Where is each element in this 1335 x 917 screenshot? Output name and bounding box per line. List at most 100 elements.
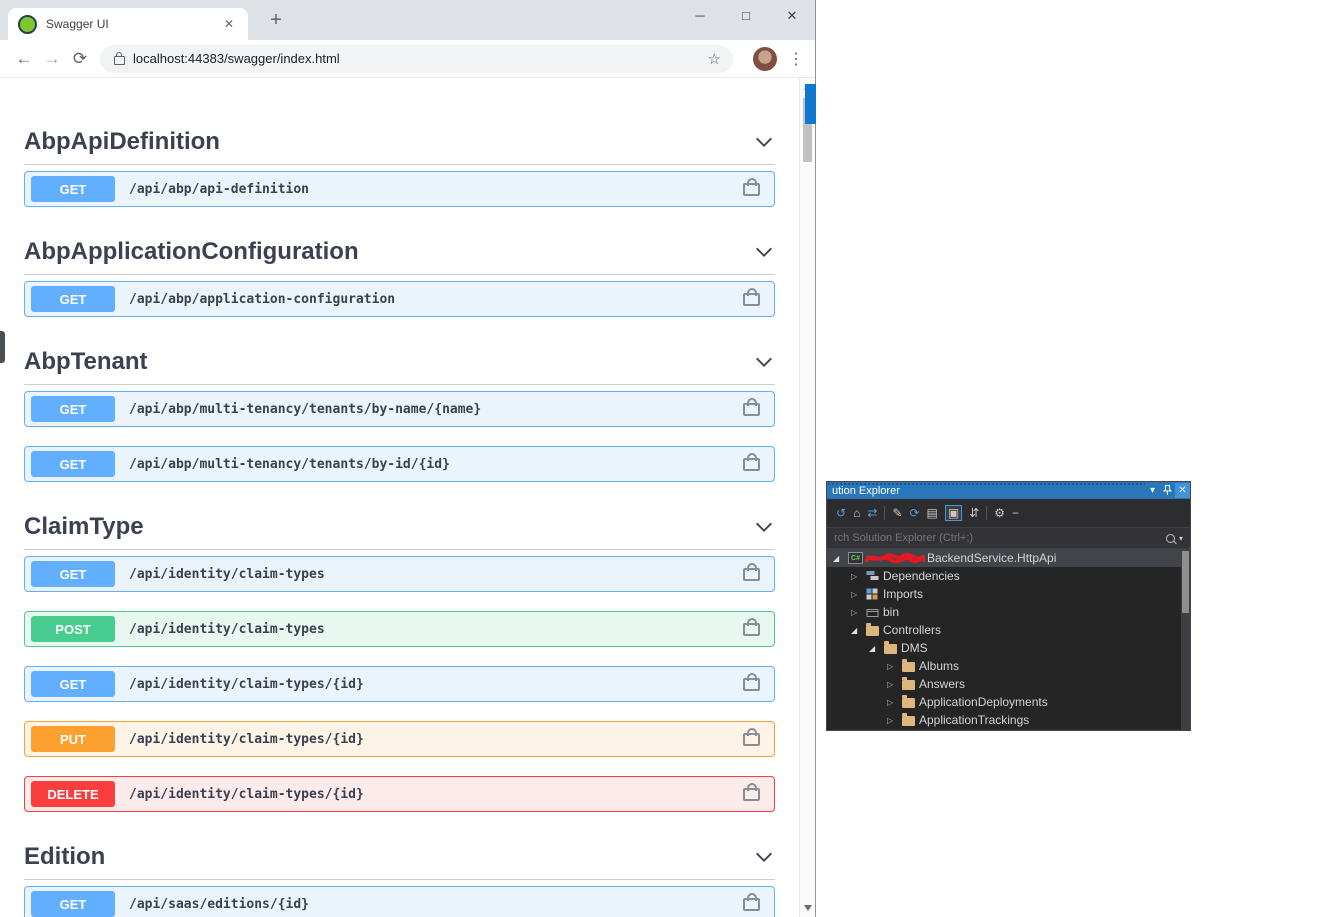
expander-collapsed-icon[interactable]: ▷ — [887, 662, 902, 671]
sync-with-active-document-icon[interactable]: ⇄ — [867, 507, 877, 519]
preview-icon[interactable]: − — [1012, 507, 1019, 519]
solution-search-input[interactable] — [834, 532, 1166, 544]
operation-row[interactable]: GET /api/identity/claim-types/{id} — [24, 666, 775, 702]
expander-collapsed-icon[interactable]: ▷ — [887, 698, 902, 707]
window-position-icon[interactable]: ▾ — [1145, 483, 1160, 498]
tree-item-label: BackendService.HttpApi — [927, 551, 1057, 565]
forward-icon[interactable]: → — [38, 49, 66, 69]
method-badge: POST — [31, 616, 115, 642]
lock-icon[interactable] — [743, 782, 760, 801]
tree-scrollbar[interactable] — [1181, 549, 1190, 730]
properties-icon[interactable]: ⚙ — [994, 507, 1005, 519]
show-all-files-icon[interactable]: ▣ — [944, 505, 963, 521]
back-icon[interactable]: ↺ — [836, 507, 846, 519]
tag-header[interactable]: ClaimType — [24, 501, 775, 550]
tag-header[interactable]: AbpApplicationConfiguration — [24, 226, 775, 275]
lock-icon[interactable] — [743, 397, 760, 416]
operation-row[interactable]: GET /api/saas/editions/{id} — [24, 886, 775, 917]
operation-row[interactable]: GET /api/abp/multi-tenancy/tenants/by-na… — [24, 391, 775, 427]
tree-item-answers[interactable]: ▷ Answers — [827, 675, 1190, 693]
method-badge: PUT — [31, 726, 115, 752]
bookmark-star-icon[interactable]: ☆ — [708, 50, 721, 68]
lock-icon[interactable] — [743, 672, 760, 691]
window-controls: ─ □ ✕ — [677, 0, 815, 32]
lock-icon[interactable] — [743, 892, 760, 911]
expander-expanded-icon[interactable]: ◢ — [869, 644, 884, 653]
search-dropdown-icon[interactable]: ▾ — [1179, 534, 1183, 543]
lock-icon[interactable] — [743, 452, 760, 471]
browser-tab[interactable]: Swagger UI ✕ — [8, 8, 248, 40]
search-icon[interactable] — [1165, 533, 1175, 543]
tree-item-dms[interactable]: ◢ DMS — [827, 639, 1190, 657]
browser-window: Swagger UI ✕ + ─ □ ✕ ← → ⟳ localhost:443… — [0, 0, 816, 917]
lock-icon[interactable] — [743, 617, 760, 636]
lock-icon[interactable] — [743, 562, 760, 581]
tag-header[interactable]: AbpTenant — [24, 336, 775, 385]
chevron-down-icon[interactable] — [753, 131, 775, 153]
pin-icon[interactable] — [1160, 483, 1175, 498]
scroll-down-arrow-icon[interactable] — [804, 905, 812, 911]
edit-filter-icon[interactable]: ✎ — [892, 507, 902, 519]
solution-explorer-title: ution Explorer — [827, 484, 1145, 497]
refresh-icon[interactable]: ⟳ — [909, 507, 919, 519]
operation-path: /api/abp/multi-tenancy/tenants/by-id/{id… — [129, 456, 450, 472]
operation-row[interactable]: GET /api/abp/application-configuration — [24, 281, 775, 317]
tree-item-imports[interactable]: ▷ Imports — [827, 585, 1190, 603]
url-omnibox[interactable]: localhost:44383/swagger/index.html ☆ — [100, 44, 733, 73]
operation-row[interactable]: GET /api/identity/claim-types — [24, 556, 775, 592]
solution-explorer-titlebar[interactable]: ution Explorer ▾ ✕ — [827, 482, 1190, 499]
toolbar-separator — [884, 506, 886, 520]
operation-row[interactable]: GET /api/abp/api-definition — [24, 171, 775, 207]
tree-item-label: Imports — [883, 587, 924, 601]
expander-expanded-icon[interactable]: ◢ — [833, 554, 848, 563]
browser-menu-icon[interactable]: ⋮ — [787, 49, 805, 69]
tree-item-bin[interactable]: ▷ bin — [827, 603, 1190, 621]
tree-item-applicationtrackings[interactable]: ▷ ApplicationTrackings — [827, 711, 1190, 729]
lock-icon[interactable] — [743, 727, 760, 746]
ssl-lock-icon[interactable] — [114, 51, 125, 65]
chevron-down-icon[interactable] — [753, 516, 775, 538]
tag-header[interactable]: Edition — [24, 831, 775, 880]
solution-search-box[interactable]: ▾ — [827, 528, 1190, 549]
folder-icon — [902, 659, 919, 672]
operation-row[interactable]: GET /api/abp/multi-tenancy/tenants/by-id… — [24, 446, 775, 482]
tag-header[interactable]: AbpApiDefinition — [24, 116, 775, 165]
chevron-down-icon[interactable] — [753, 846, 775, 868]
home-icon[interactable]: ⌂ — [853, 507, 860, 519]
profile-avatar[interactable] — [753, 46, 777, 71]
tree-item-controllers[interactable]: ◢ Controllers — [827, 621, 1190, 639]
tree-item-dependencies[interactable]: ▷ Dependencies — [827, 567, 1190, 585]
tag-title: AbpTenant — [24, 348, 148, 375]
chevron-down-icon[interactable] — [753, 351, 775, 373]
operation-row[interactable]: POST /api/identity/claim-types — [24, 611, 775, 647]
close-icon[interactable]: ✕ — [1175, 483, 1190, 498]
chevron-down-icon[interactable] — [753, 241, 775, 263]
tree-scrollbar-thumb[interactable] — [1182, 551, 1189, 613]
back-icon[interactable]: ← — [10, 49, 38, 69]
url-text[interactable]: localhost:44383/swagger/index.html — [133, 51, 700, 66]
tree-item-project[interactable]: ◢ C# BackendService.HttpApi — [827, 549, 1190, 567]
lock-icon[interactable] — [743, 287, 760, 306]
reload-icon[interactable]: ⟳ — [66, 49, 94, 69]
tree-item-albums[interactable]: ▷ Albums — [827, 657, 1190, 675]
operation-path: /api/identity/claim-types/{id} — [129, 786, 364, 802]
expander-collapsed-icon[interactable]: ▷ — [851, 590, 866, 599]
expander-collapsed-icon[interactable]: ▷ — [887, 680, 902, 689]
new-tab-button[interactable]: + — [262, 6, 290, 34]
browser-scrollbar[interactable] — [799, 78, 815, 917]
operation-path: /api/abp/api-definition — [129, 181, 310, 197]
lock-icon[interactable] — [743, 177, 760, 196]
expander-collapsed-icon[interactable]: ▷ — [887, 716, 902, 725]
operation-row[interactable]: PUT /api/identity/claim-types/{id} — [24, 721, 775, 757]
collapse-all-icon[interactable]: ▤ — [927, 507, 938, 519]
expander-collapsed-icon[interactable]: ▷ — [851, 608, 866, 617]
tab-close-icon[interactable]: ✕ — [220, 15, 238, 33]
minimize-button[interactable]: ─ — [677, 0, 723, 32]
tree-item-applicationdeployments[interactable]: ▷ ApplicationDeployments — [827, 693, 1190, 711]
expander-expanded-icon[interactable]: ◢ — [851, 626, 866, 635]
maximize-button[interactable]: □ — [723, 0, 769, 32]
close-button[interactable]: ✕ — [769, 0, 815, 32]
operation-row[interactable]: DELETE /api/identity/claim-types/{id} — [24, 776, 775, 812]
expander-collapsed-icon[interactable]: ▷ — [851, 572, 866, 581]
nest-files-icon[interactable]: ⇵ — [969, 507, 979, 519]
